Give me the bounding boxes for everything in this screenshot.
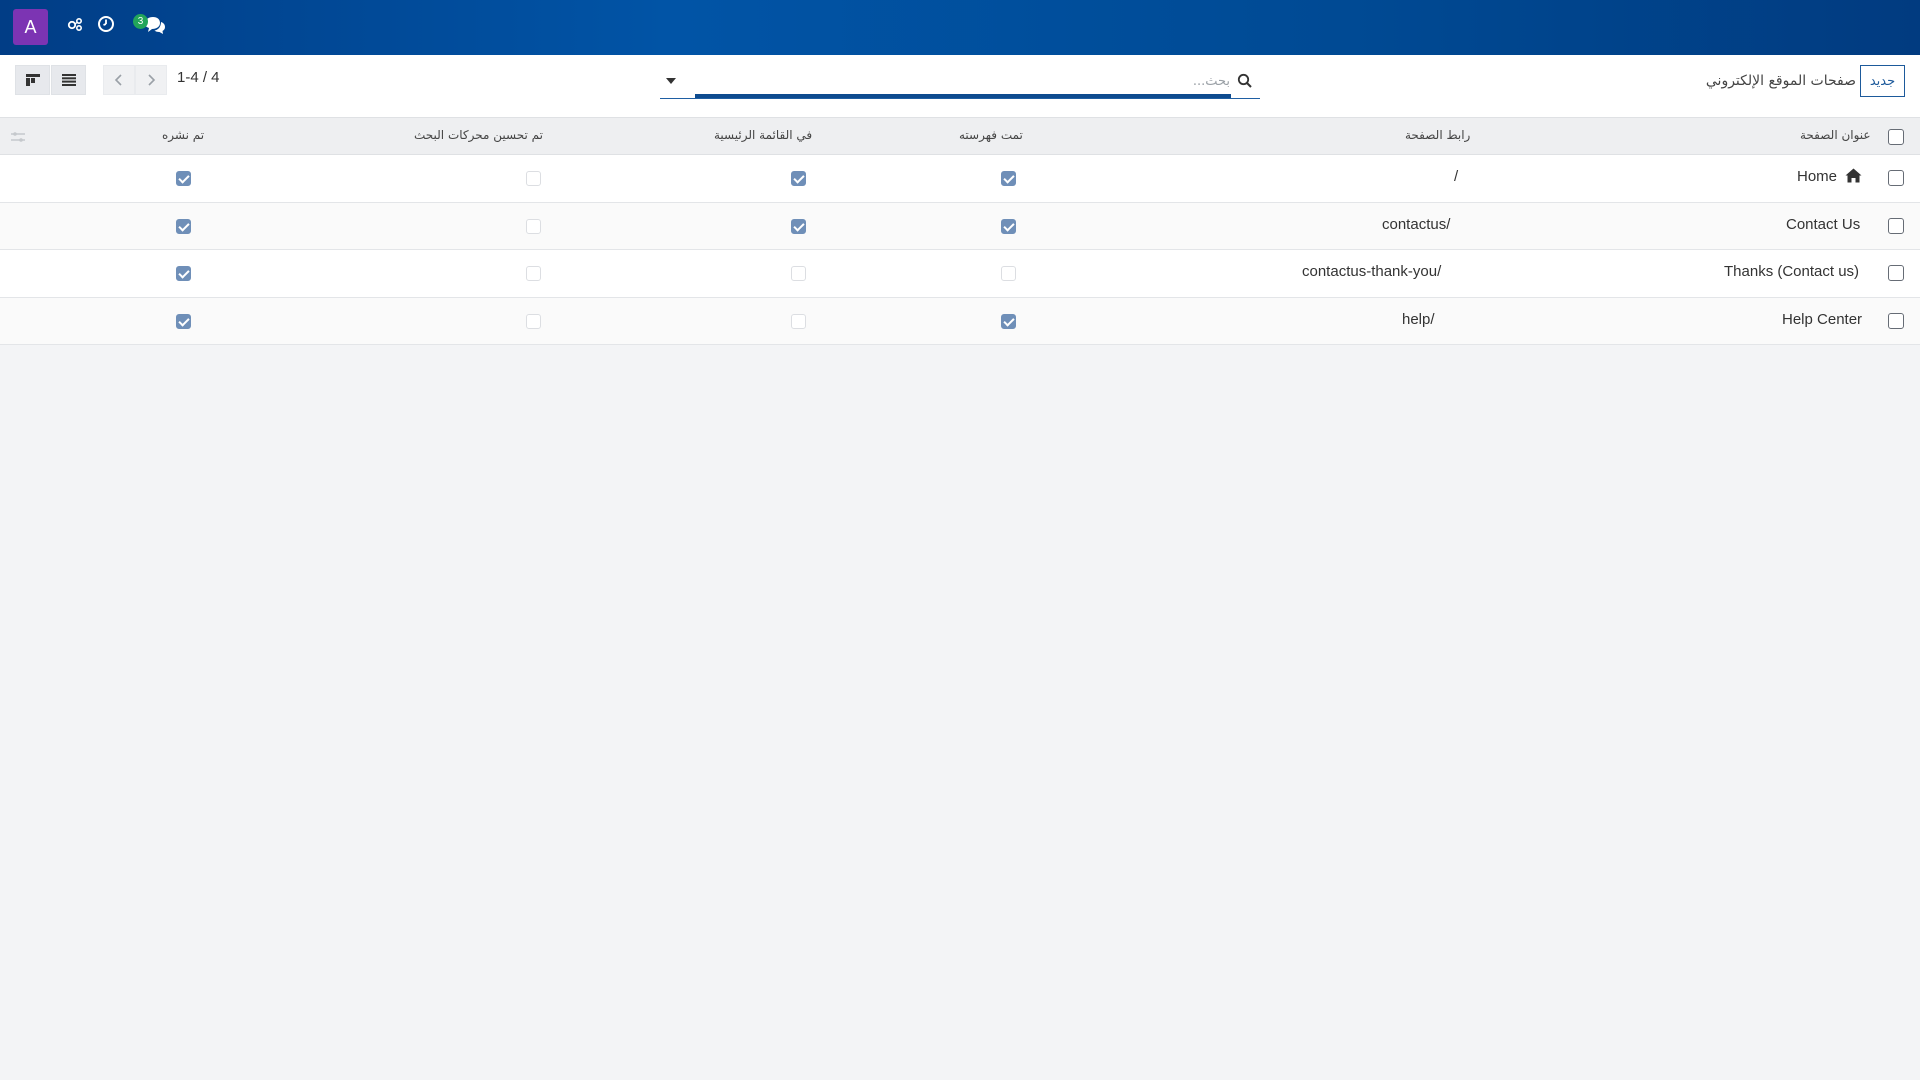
table-row[interactable]: /help Help Center xyxy=(0,297,1920,345)
column-header-published[interactable]: تم نشره xyxy=(162,128,204,142)
activity-icon[interactable] xyxy=(66,15,88,39)
in-menu-checkbox xyxy=(791,218,806,234)
search-bar xyxy=(660,67,1260,99)
row-select-checkbox[interactable] xyxy=(1888,312,1904,329)
sliders-icon xyxy=(11,132,25,142)
in-menu-checkbox xyxy=(791,266,806,281)
kanban-view-icon xyxy=(25,74,40,86)
column-header-indexed[interactable]: تمت فهرسته xyxy=(959,128,1023,142)
pager-value[interactable]: 1-4 / 4 xyxy=(177,69,220,86)
table-header: تم نشره تم تحسين محركات البحث في القائمة… xyxy=(0,117,1920,155)
column-header-seo-optimized[interactable]: تم تحسين محركات البحث xyxy=(414,128,543,142)
table-row[interactable]: /contactus Contact Us xyxy=(0,202,1920,250)
seo-checkbox xyxy=(526,313,541,329)
kanban-view-button[interactable] xyxy=(15,65,50,95)
breadcrumb: صفحات الموقع الإلكتروني xyxy=(1705,73,1856,89)
chevron-right-icon xyxy=(148,74,156,86)
column-header-url[interactable]: رابط الصفحة xyxy=(1405,128,1470,142)
optional-columns-toggle[interactable] xyxy=(10,129,26,143)
published-checkbox xyxy=(176,266,191,281)
indexed-checkbox xyxy=(1001,171,1016,186)
search-options-toggle[interactable] xyxy=(666,73,676,88)
column-header-in-menu[interactable]: في القائمة الرئيسية xyxy=(714,128,812,142)
table-row[interactable]: / Home xyxy=(0,155,1920,203)
top-navbar: A 3 xyxy=(0,0,1920,55)
seo-checkbox xyxy=(526,218,541,234)
page-title: Home xyxy=(1797,168,1862,185)
seo-checkbox xyxy=(526,266,541,281)
row-select-checkbox[interactable] xyxy=(1888,265,1904,281)
table-row[interactable]: /contactus-thank-you Thanks (Contact us) xyxy=(0,250,1920,298)
indexed-checkbox xyxy=(1001,313,1016,329)
published-checkbox xyxy=(176,218,191,234)
page-title-text: Home xyxy=(1797,168,1838,185)
search-icon[interactable] xyxy=(1237,73,1253,89)
row-select-checkbox[interactable] xyxy=(1888,170,1904,186)
in-menu-checkbox xyxy=(791,313,806,329)
new-button[interactable]: جديد xyxy=(1860,65,1905,97)
pager-next-button[interactable] xyxy=(135,65,167,95)
seo-checkbox xyxy=(526,171,541,186)
chevron-left-icon xyxy=(114,74,122,86)
chat-badge: 3 xyxy=(133,14,148,29)
page-url: /contactus-thank-you xyxy=(1302,263,1442,280)
search-focus-underline xyxy=(695,94,1231,98)
caret-down-icon xyxy=(666,78,676,84)
published-checkbox xyxy=(176,313,191,329)
user-avatar[interactable]: A xyxy=(13,9,48,45)
page-url: /contactus xyxy=(1382,215,1451,233)
list-view-icon xyxy=(61,74,76,86)
indexed-checkbox xyxy=(1001,218,1016,234)
clock-icon[interactable] xyxy=(97,15,119,39)
list-view-button[interactable] xyxy=(51,65,86,95)
column-header-title[interactable]: عنوان الصفحة xyxy=(1800,128,1871,142)
indexed-checkbox xyxy=(1001,266,1016,281)
published-checkbox xyxy=(176,171,191,186)
search-input[interactable] xyxy=(695,67,1235,95)
home-icon xyxy=(1845,168,1862,183)
select-all-checkbox[interactable] xyxy=(1888,129,1904,145)
pages-list: تم نشره تم تحسين محركات البحث في القائمة… xyxy=(0,117,1920,345)
page-title: Thanks (Contact us) xyxy=(1724,263,1860,280)
row-select-checkbox[interactable] xyxy=(1888,217,1904,234)
page-url: / xyxy=(1454,168,1459,185)
in-menu-checkbox xyxy=(791,171,806,186)
pager-previous-button[interactable] xyxy=(103,65,135,95)
page-title: Contact Us xyxy=(1786,215,1861,233)
page-title: Help Center xyxy=(1782,310,1863,328)
control-panel: 1-4 / 4 صفحات الموقع الإلكتروني جديد xyxy=(0,55,1920,117)
page-url: /help xyxy=(1402,310,1435,328)
